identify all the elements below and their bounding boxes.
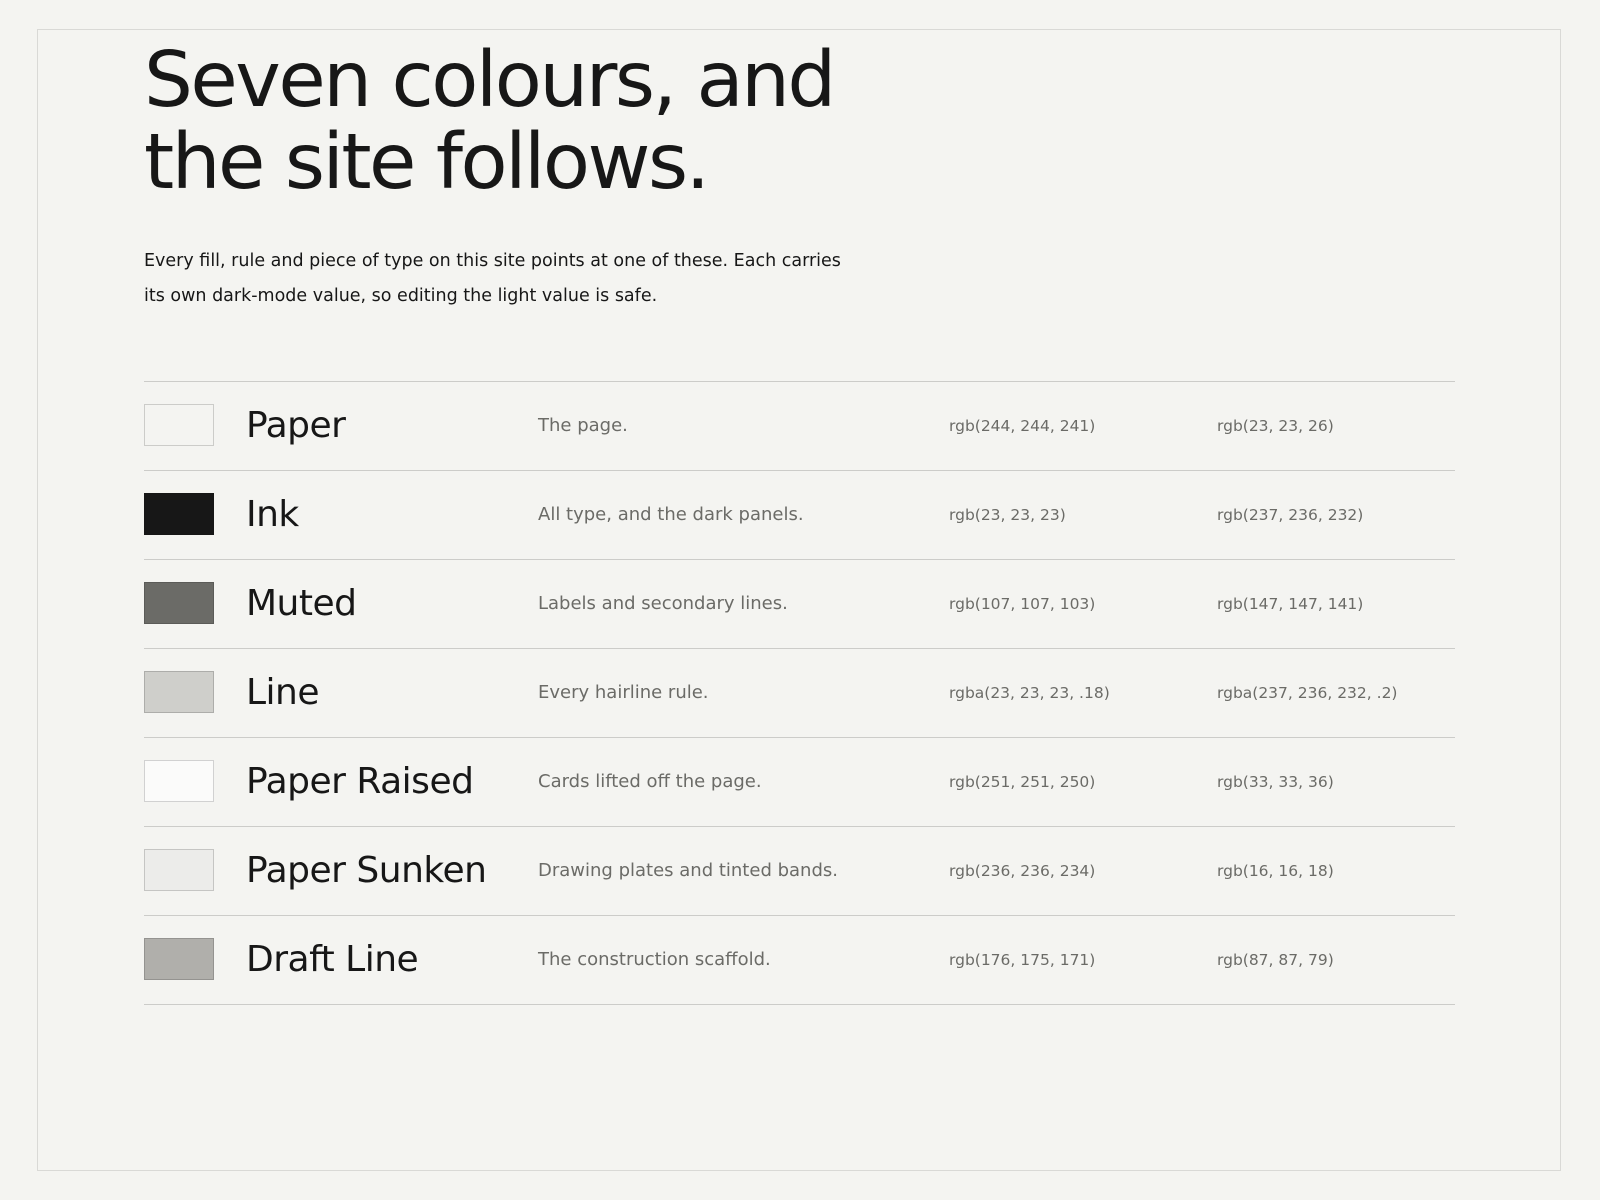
token-description: Drawing plates and tinted bands.: [538, 860, 838, 881]
token-row-muted: Muted Labels and secondary lines. rgb(10…: [144, 560, 1455, 649]
palette-section: Seven colours, and the site follows. Eve…: [144, 40, 1455, 1005]
token-light-value: rgba(23, 23, 23, .18): [949, 684, 1110, 702]
token-name: Draft Line: [246, 939, 419, 980]
token-dark-value: rgb(23, 23, 26): [1217, 417, 1334, 435]
token-name: Line: [246, 672, 320, 713]
token-name: Muted: [246, 583, 357, 624]
colour-token-list: Paper The page. rgb(244, 244, 241) rgb(2…: [144, 381, 1455, 1005]
token-row-paper-raised: Paper Raised Cards lifted off the page. …: [144, 738, 1455, 827]
token-dark-value: rgb(237, 236, 232): [1217, 506, 1364, 524]
intro-text: Every fill, rule and piece of type on th…: [144, 244, 864, 314]
token-description: Labels and secondary lines.: [538, 593, 788, 614]
colour-swatch: [144, 849, 214, 891]
token-description: The construction scaffold.: [538, 949, 771, 970]
token-row-paper: Paper The page. rgb(244, 244, 241) rgb(2…: [144, 382, 1455, 471]
page-title: Seven colours, and the site follows.: [144, 40, 904, 204]
token-name: Paper: [246, 405, 346, 446]
token-row-draft-line: Draft Line The construction scaffold. rg…: [144, 916, 1455, 1005]
token-name: Ink: [246, 494, 299, 535]
colour-swatch: [144, 938, 214, 980]
token-description: All type, and the dark panels.: [538, 504, 804, 525]
token-light-value: rgb(236, 236, 234): [949, 862, 1096, 880]
token-name: Paper Raised: [246, 761, 474, 802]
token-light-value: rgb(107, 107, 103): [949, 595, 1096, 613]
token-description: Cards lifted off the page.: [538, 771, 762, 792]
token-dark-value: rgb(33, 33, 36): [1217, 773, 1334, 791]
colour-swatch: [144, 404, 214, 446]
token-light-value: rgb(251, 251, 250): [949, 773, 1096, 791]
token-description: Every hairline rule.: [538, 682, 709, 703]
colour-swatch: [144, 671, 214, 713]
colour-swatch: [144, 760, 214, 802]
token-dark-value: rgba(237, 236, 232, .2): [1217, 684, 1398, 702]
colour-swatch: [144, 582, 214, 624]
intro-text-line-2: its own dark-mode value, so editing the …: [144, 286, 658, 306]
token-description: The page.: [538, 415, 628, 436]
intro-text-line-1: Every fill, rule and piece of type on th…: [144, 251, 841, 271]
token-dark-value: rgb(16, 16, 18): [1217, 862, 1334, 880]
token-light-value: rgb(244, 244, 241): [949, 417, 1096, 435]
token-name: Paper Sunken: [246, 850, 487, 891]
token-light-value: rgb(23, 23, 23): [949, 506, 1066, 524]
page-title-line-2: the site follows.: [144, 118, 710, 207]
token-light-value: rgb(176, 175, 171): [949, 951, 1096, 969]
token-dark-value: rgb(87, 87, 79): [1217, 951, 1334, 969]
token-row-paper-sunken: Paper Sunken Drawing plates and tinted b…: [144, 827, 1455, 916]
page-title-line-1: Seven colours, and: [144, 36, 836, 125]
token-row-ink: Ink All type, and the dark panels. rgb(2…: [144, 471, 1455, 560]
colour-swatch: [144, 493, 214, 535]
token-row-line: Line Every hairline rule. rgba(23, 23, 2…: [144, 649, 1455, 738]
token-dark-value: rgb(147, 147, 141): [1217, 595, 1364, 613]
